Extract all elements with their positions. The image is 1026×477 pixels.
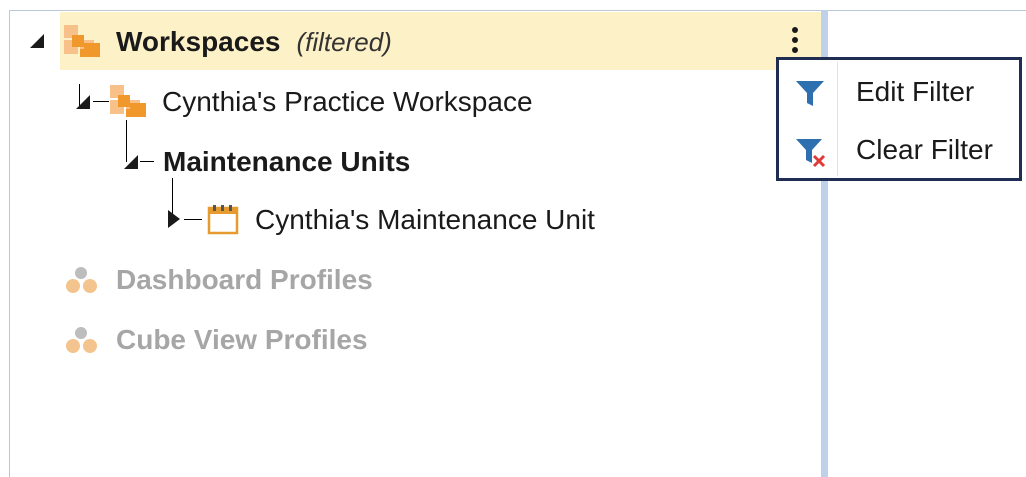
- profile-cluster-icon: [66, 327, 97, 353]
- tree-node-label: Workspaces: [116, 26, 281, 57]
- tree-node-maintenance-unit[interactable]: Cynthia's Maintenance Unit: [207, 200, 595, 240]
- workspace-folder-icon: [110, 85, 146, 117]
- workspace-tree-panel: Workspaces (filtered) Cynthia's Practice…: [0, 0, 1026, 477]
- unit-collapsed-expander-icon[interactable]: [166, 210, 182, 228]
- workspace-expander-icon[interactable]: [76, 95, 92, 111]
- tree-connector: [93, 101, 109, 102]
- maintenance-unit-icon: [207, 205, 239, 235]
- tree-node-cube-view-profiles[interactable]: Cube View Profiles: [64, 320, 368, 360]
- edit-filter-menu-item[interactable]: Edit Filter: [779, 64, 1019, 120]
- tree-node-label: Dashboard Profiles: [116, 264, 373, 295]
- panel-top-border: [9, 10, 1026, 11]
- tree-node-label: Cube View Profiles: [116, 324, 368, 355]
- filter-context-menu: Edit Filter Clear Filter: [776, 57, 1022, 181]
- profile-cluster-icon: [66, 267, 97, 293]
- tree-node-practice-workspace[interactable]: Cynthia's Practice Workspace: [108, 82, 533, 122]
- tree-connector: [184, 219, 202, 220]
- root-expander-icon[interactable]: [30, 34, 46, 50]
- kebab-dot: [792, 27, 798, 33]
- menu-item-label: Edit Filter: [856, 76, 975, 107]
- tree-node-maintenance-units[interactable]: Maintenance Units: [163, 142, 410, 182]
- clear-filter-icon: [796, 139, 826, 168]
- tree-node-label: Maintenance Units: [163, 146, 411, 177]
- kebab-dot: [792, 37, 798, 43]
- menu-item-label: Clear Filter: [856, 134, 993, 165]
- tree-node-workspaces[interactable]: Workspaces (filtered): [62, 22, 392, 62]
- more-options-button[interactable]: [791, 27, 799, 53]
- tree-node-label: Cynthia's Practice Workspace: [162, 86, 533, 117]
- tree-connector: [140, 161, 154, 162]
- tree-node-label: Cynthia's Maintenance Unit: [255, 204, 595, 235]
- panel-left-border: [9, 10, 10, 477]
- workspace-folder-icon: [64, 25, 100, 57]
- kebab-dot: [792, 47, 798, 53]
- filtered-qualifier: (filtered): [296, 26, 392, 57]
- maintenance-units-expander-icon[interactable]: [124, 155, 140, 171]
- filter-icon: [796, 81, 824, 106]
- clear-filter-menu-item[interactable]: Clear Filter: [779, 122, 1019, 178]
- tree-node-dashboard-profiles[interactable]: Dashboard Profiles: [64, 260, 373, 300]
